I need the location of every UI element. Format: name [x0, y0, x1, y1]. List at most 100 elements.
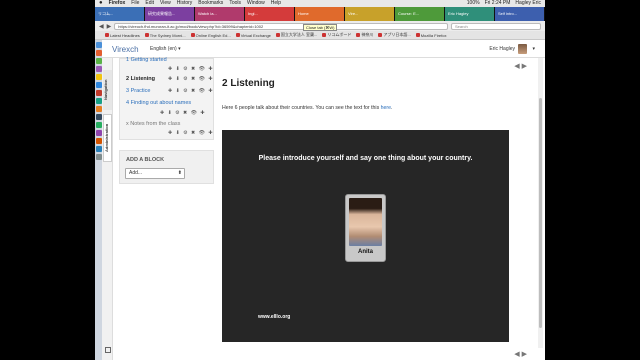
bookmark-item[interactable]: アプリ日本語...: [378, 32, 411, 38]
back-icon[interactable]: ◀: [99, 23, 104, 30]
chevron-down-icon: ▾: [178, 46, 181, 52]
video-credit: www.elllo.org: [258, 314, 291, 320]
trash-icon[interactable]: [95, 154, 102, 160]
bookmark-item[interactable]: Online English Ed...: [190, 33, 231, 38]
app-icon[interactable]: [95, 98, 102, 104]
bookmark-item[interactable]: Virtual Exchange: [235, 32, 271, 38]
browser-tab[interactable]: Eric Hagley: [445, 7, 495, 21]
video-player[interactable]: Please introduce yourself and say one th…: [222, 130, 509, 342]
browser-tab[interactable]: Self intro...: [495, 7, 545, 21]
add-block-panel: ADD A BLOCK Add... ⬍: [119, 150, 214, 184]
word-icon[interactable]: [95, 82, 102, 88]
prev-chapter-icon[interactable]: ◀: [514, 351, 519, 358]
firefox-icon[interactable]: [95, 50, 102, 56]
scrollbar[interactable]: [538, 58, 543, 348]
intro-text: Here 6 people talk about their countries…: [222, 105, 392, 111]
tab-administration[interactable]: Administration: [103, 114, 112, 162]
edit-icons[interactable]: ✚ ⬇ ⚙ ✖ 👁 ✚: [168, 66, 214, 72]
chapter-nav-bottom: ◀ ▶: [514, 350, 527, 358]
bookmark-icon: [275, 32, 280, 37]
menubar: ● Firefox File Edit View History Bookmar…: [95, 0, 545, 7]
app-icon[interactable]: [95, 114, 102, 120]
app-icon[interactable]: [95, 66, 102, 72]
letterbox-left: [0, 0, 95, 360]
book-toc-block: 1 Getting started ✚ ⬇ ⚙ ✖ 👁 ✚ 2 Listenin…: [119, 57, 214, 140]
letterbox-right: [545, 0, 640, 360]
edit-icons[interactable]: ✚ ⬇ ⚙ ✖ 👁 ✚: [168, 88, 214, 94]
text-link[interactable]: here: [381, 105, 391, 111]
bookmark-label: 神奈川: [361, 32, 374, 37]
bookmark-item[interactable]: Mozilla Firefox: [415, 32, 447, 38]
dock-toggle-icon[interactable]: [105, 347, 111, 353]
app-icon[interactable]: [95, 106, 102, 112]
app-icon[interactable]: [95, 74, 102, 80]
edit-icons[interactable]: ✚ ⬇ ⚙ ✖ 👁 ✚: [160, 110, 206, 116]
battery-percent: 100%: [466, 0, 480, 6]
finder-icon[interactable]: [95, 42, 102, 48]
menu-edit[interactable]: Edit: [145, 0, 154, 7]
app-icon[interactable]: [95, 146, 102, 152]
menu-bookmarks[interactable]: Bookmarks: [198, 0, 223, 7]
browser-tab[interactable]: リコム...: [95, 7, 145, 21]
menu-firefox[interactable]: Firefox: [109, 0, 126, 7]
app-icon[interactable]: [95, 58, 102, 64]
video-prompt: Please introduce yourself and say one th…: [258, 155, 473, 162]
menu-file[interactable]: File: [131, 0, 139, 7]
browser-tab[interactable]: Watch la...: [195, 7, 245, 21]
add-block-select[interactable]: Add... ⬍: [125, 168, 185, 179]
browser-tab[interactable]: Vire...: [345, 7, 395, 21]
menu-view[interactable]: View: [160, 0, 171, 7]
edit-icons[interactable]: ✚ ⬇ ⚙ ✖ 👁 ✚: [168, 130, 214, 136]
menu-window[interactable]: Window: [247, 0, 265, 7]
menubar-user[interactable]: Hagley Eric: [515, 0, 541, 7]
bookmark-item[interactable]: リコムボード: [322, 32, 351, 38]
bookmark-label: Mozilla Firefox: [420, 32, 447, 38]
address-input[interactable]: https://vireoch.fhd.muroran-it.ac.jp/mod…: [114, 22, 448, 30]
browser-tab[interactable]: Home: [295, 7, 345, 21]
toc-item-notes[interactable]: x Notes from the class: [126, 121, 180, 127]
apple-icon[interactable]: ●: [99, 0, 103, 7]
forward-icon[interactable]: ▶: [107, 23, 112, 30]
chevron-down-icon[interactable]: ▾: [532, 46, 535, 52]
bookmark-icon: [235, 33, 240, 38]
search-input[interactable]: Search: [451, 22, 541, 30]
edit-icons[interactable]: ✚ ⬇ ⚙ ✖ 👁 ✚: [168, 76, 214, 82]
scrollbar-thumb[interactable]: [539, 98, 542, 328]
bookmarks-bar: Latest Headlines The Sydney Morni... Onl…: [95, 31, 545, 40]
tab-navigation[interactable]: Navigation: [103, 70, 112, 110]
bookmark-icon: [144, 33, 149, 38]
bookmark-item[interactable]: 国立大学法人 室蘭...: [275, 32, 318, 38]
browser-tab[interactable]: Ingl...: [245, 7, 295, 21]
app-icon[interactable]: [95, 90, 102, 96]
bookmark-label: 国立大学法人 室蘭...: [280, 32, 318, 37]
toc-item-listening: 2 Listening: [126, 76, 156, 82]
bookmark-item[interactable]: 神奈川: [356, 32, 373, 38]
select-arrow-icon: ⬍: [177, 170, 182, 176]
chapter-nav-top: ◀ ▶: [514, 62, 527, 70]
bookmark-label: リコムボード: [327, 32, 352, 37]
menu-help[interactable]: Help: [271, 0, 281, 7]
bookmark-label: Virtual Exchange: [240, 32, 271, 38]
toc-item-finding-out-about-names[interactable]: 4 Finding out about names: [126, 100, 191, 106]
bookmark-item[interactable]: The Sydney Morni...: [144, 33, 186, 38]
menu-history[interactable]: History: [177, 0, 193, 7]
language-menu[interactable]: English (en) ▾: [150, 46, 181, 52]
speaker-card[interactable]: Anita: [345, 194, 386, 262]
browser-tab[interactable]: 研究成果報告...: [145, 7, 195, 21]
powerpoint-icon[interactable]: [95, 138, 102, 144]
user-name[interactable]: Eric Hagley: [489, 46, 515, 52]
menu-tools[interactable]: Tools: [229, 0, 241, 7]
bookmark-item[interactable]: Latest Headlines: [105, 33, 140, 38]
prev-chapter-icon[interactable]: ◀: [514, 63, 519, 70]
next-chapter-icon[interactable]: ▶: [522, 351, 527, 358]
next-chapter-icon[interactable]: ▶: [522, 63, 527, 70]
toc-item-getting-started[interactable]: 1 Getting started: [126, 57, 167, 63]
dock: [95, 40, 102, 360]
avatar[interactable]: [518, 44, 527, 54]
app-icon[interactable]: [95, 130, 102, 136]
excel-icon[interactable]: [95, 122, 102, 128]
toc-item-practice[interactable]: 3 Practice: [126, 88, 150, 94]
browser-tab[interactable]: Course: E...: [395, 7, 445, 21]
site-logo[interactable]: Virexch: [112, 45, 139, 54]
add-block-title: ADD A BLOCK: [126, 157, 165, 163]
